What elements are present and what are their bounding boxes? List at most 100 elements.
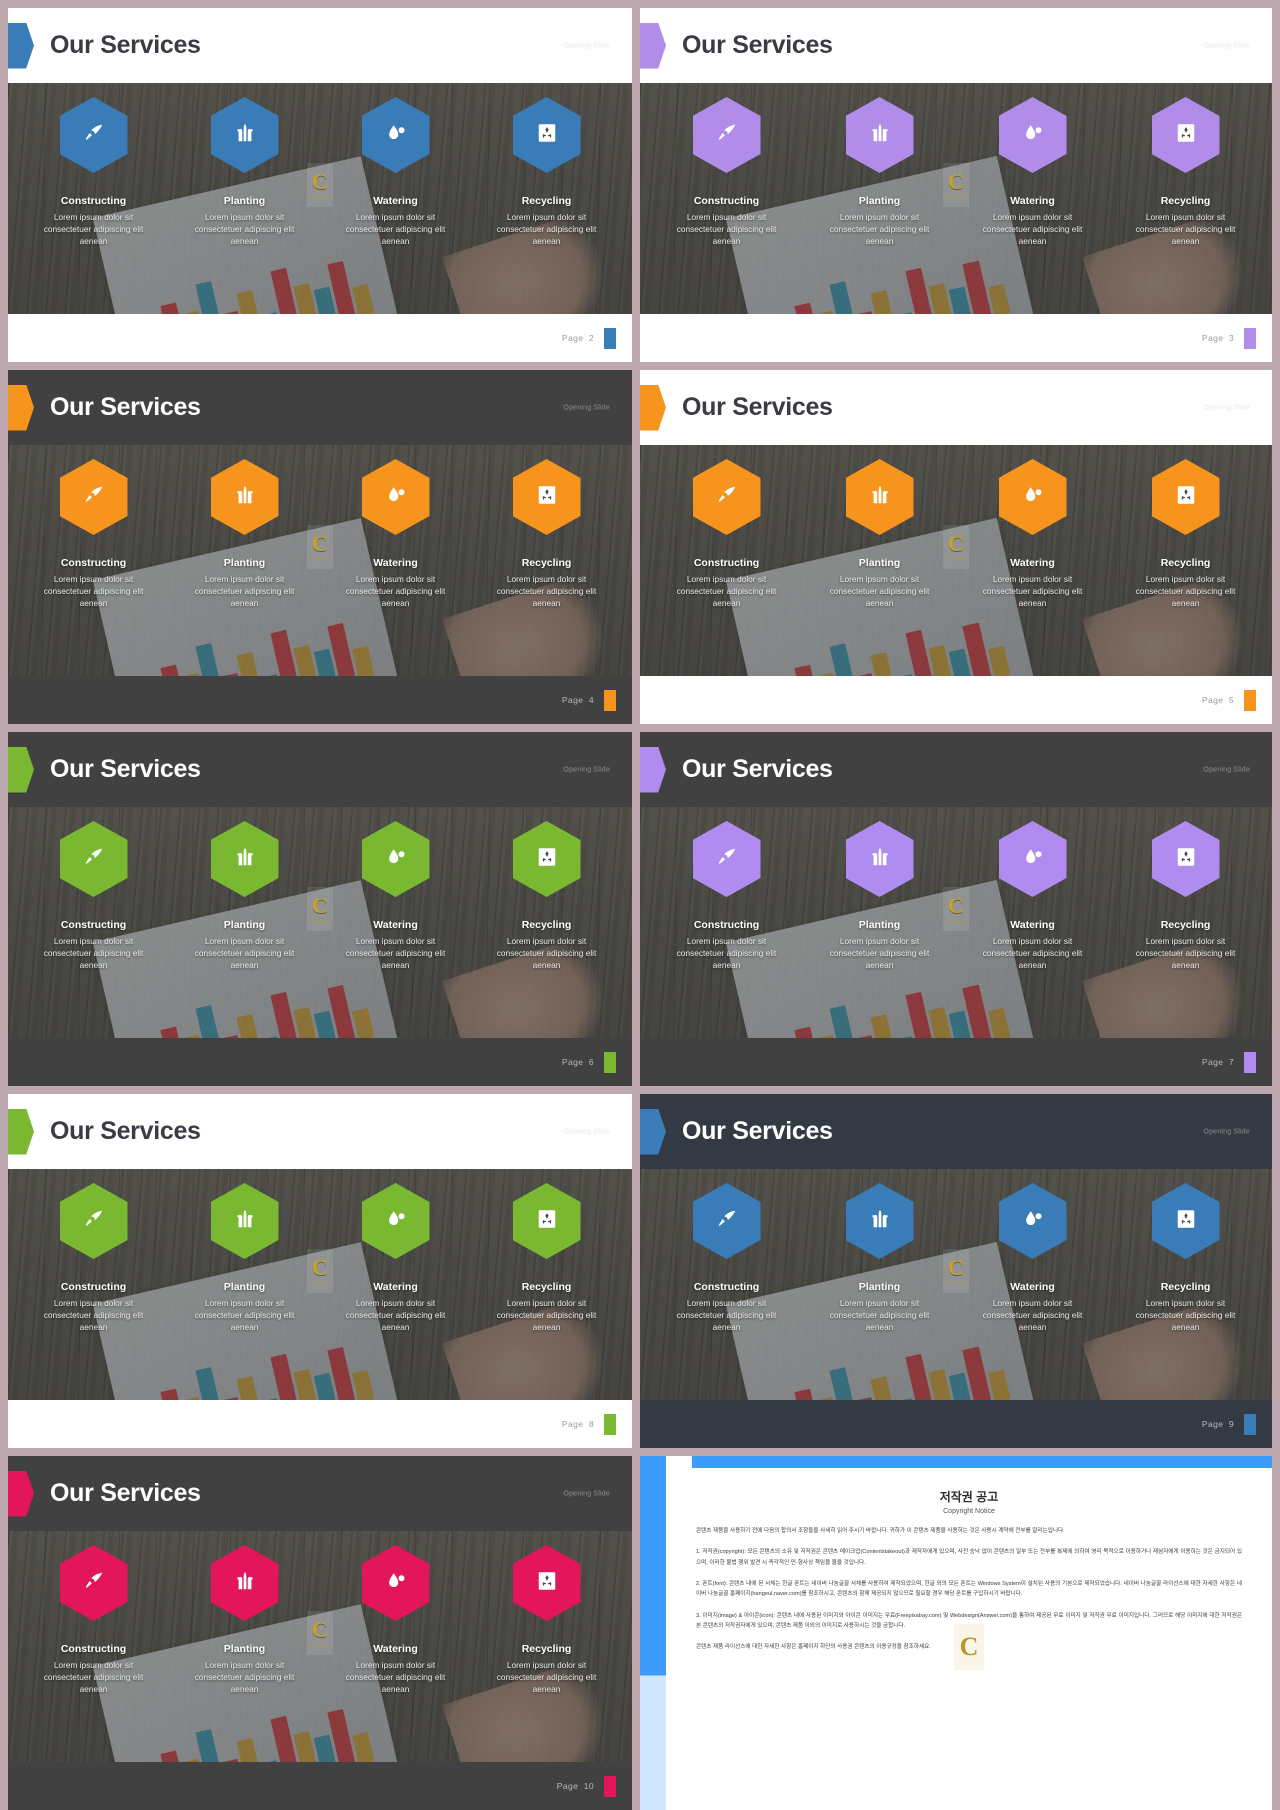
service-hexagon[interactable] — [59, 97, 128, 173]
service-hexagon[interactable] — [361, 459, 430, 535]
service-description: Lorem ipsum dolor sit consectetuer adipi… — [496, 1660, 597, 1695]
service-hexagon[interactable] — [210, 821, 279, 897]
service-hexagon[interactable] — [998, 459, 1067, 535]
header-accent-hexagon — [640, 22, 666, 69]
water-drops-icon — [1022, 484, 1044, 511]
service-hexagon[interactable] — [210, 1183, 279, 1259]
slide-cell[interactable]: Our Services Opening Slide Constructing … — [0, 1448, 640, 1810]
service-title: Planting — [858, 195, 901, 207]
service-hexagon[interactable] — [998, 821, 1067, 897]
service-title: Planting — [223, 919, 266, 931]
copyright-top-bar — [692, 1456, 1272, 1468]
slide-footer: Page 10 — [8, 1762, 632, 1810]
page-marker — [604, 327, 616, 349]
service-title: Watering — [373, 1643, 418, 1655]
service-description: Lorem ipsum dolor sit consectetuer adipi… — [1135, 212, 1236, 247]
service-hexagon[interactable] — [1151, 459, 1220, 535]
page-label: Page 10 — [556, 1781, 594, 1791]
recycle-bin-icon — [1175, 846, 1197, 873]
services-row: Constructing Lorem ipsum dolor sit conse… — [640, 83, 1272, 314]
slide-cell[interactable]: Our Services Opening Slide Constructing … — [0, 0, 640, 362]
service-title: Recycling — [1160, 195, 1211, 207]
opening-slide-label: Opening Slide — [1203, 766, 1250, 773]
service-column-0: Constructing Lorem ipsum dolor sit conse… — [650, 97, 803, 247]
copyright-clause-2: 2. 폰트(font): 콘텐츠 내에 된 서체는 한글 폰트는 네이버 나눔글… — [696, 1581, 1242, 1598]
copyright-left-band — [640, 1456, 666, 1810]
service-column-3: Recycling Lorem ipsum dolor sit consecte… — [471, 821, 622, 971]
recycle-bin-icon — [1175, 1208, 1197, 1235]
service-hexagon[interactable] — [361, 821, 430, 897]
service-hexagon[interactable] — [361, 1545, 430, 1621]
service-hexagon[interactable] — [998, 1183, 1067, 1259]
service-hexagon[interactable] — [512, 1545, 581, 1621]
service-hexagon[interactable] — [512, 1183, 581, 1259]
service-hexagon[interactable] — [59, 821, 128, 897]
service-title: Recycling — [1160, 1281, 1211, 1293]
slide-cell[interactable]: Our Services Opening Slide Constructing … — [0, 362, 640, 724]
service-hexagon[interactable] — [845, 821, 914, 897]
service-hexagon[interactable] — [59, 1545, 128, 1621]
slide-thumbnail: Our Services Opening Slide Constructing … — [640, 1094, 1272, 1448]
slide-cell[interactable]: Our Services Opening Slide Constructing … — [0, 724, 640, 1086]
slide-title: Our Services — [682, 1117, 833, 1145]
trowel-icon — [83, 484, 105, 511]
slide-cell[interactable]: Our Services Opening Slide Constructing … — [640, 724, 1280, 1086]
slide-header: Our Services Opening Slide — [8, 732, 632, 807]
service-hexagon[interactable] — [512, 821, 581, 897]
service-column-0: Constructing Lorem ipsum dolor sit conse… — [650, 459, 803, 609]
service-hexagon[interactable] — [361, 97, 430, 173]
service-hexagon[interactable] — [1151, 97, 1220, 173]
trowel-icon — [716, 1208, 738, 1235]
service-hexagon[interactable] — [692, 459, 761, 535]
slide-cell[interactable]: Our Services Opening Slide Constructing … — [640, 1086, 1280, 1448]
slide-thumbnail: Our Services Opening Slide Constructing … — [8, 732, 632, 1086]
service-hexagon[interactable] — [210, 97, 279, 173]
service-hexagon[interactable] — [692, 821, 761, 897]
service-hexagon[interactable] — [512, 459, 581, 535]
service-hexagon[interactable] — [512, 97, 581, 173]
service-column-0: Constructing Lorem ipsum dolor sit conse… — [18, 1183, 169, 1333]
service-hexagon[interactable] — [845, 459, 914, 535]
service-title: Watering — [1010, 919, 1055, 931]
slide-cell[interactable]: Our Services Opening Slide Constructing … — [640, 0, 1280, 362]
service-hexagon[interactable] — [210, 1545, 279, 1621]
page-label: Page 7 — [1201, 1057, 1234, 1067]
recycle-bin-icon — [1175, 122, 1197, 149]
slide-body: Constructing Lorem ipsum dolor sit conse… — [8, 1531, 632, 1762]
services-row: Constructing Lorem ipsum dolor sit conse… — [640, 1169, 1272, 1400]
service-description: Lorem ipsum dolor sit consectetuer adipi… — [982, 1298, 1083, 1333]
service-description: Lorem ipsum dolor sit consectetuer adipi… — [676, 936, 777, 971]
slide-footer: Page 9 — [640, 1400, 1272, 1448]
service-hexagon[interactable] — [59, 459, 128, 535]
service-hexagon[interactable] — [998, 97, 1067, 173]
service-title: Constructing — [60, 1643, 127, 1655]
slide-cell[interactable]: Our Services Opening Slide Constructing … — [0, 1086, 640, 1448]
service-hexagon[interactable] — [59, 1183, 128, 1259]
page-marker — [604, 689, 616, 711]
service-hexagon[interactable] — [1151, 821, 1220, 897]
slide-thumbnail: Our Services Opening Slide Constructing … — [640, 370, 1272, 724]
slide-cell[interactable]: Our Services Opening Slide Constructing … — [640, 362, 1280, 724]
slide-footer: Page 8 — [8, 1400, 632, 1448]
copyright-title: 저작권 공고 — [939, 1490, 999, 1504]
page-label: Page 6 — [561, 1057, 594, 1067]
service-hexagon[interactable] — [845, 97, 914, 173]
service-hexagon[interactable] — [210, 459, 279, 535]
service-column-1: Planting Lorem ipsum dolor sit consectet… — [169, 1545, 320, 1695]
service-column-0: Constructing Lorem ipsum dolor sit conse… — [18, 1545, 169, 1695]
service-column-0: Constructing Lorem ipsum dolor sit conse… — [18, 459, 169, 609]
service-hexagon[interactable] — [361, 1183, 430, 1259]
slide-thumbnail: Our Services Opening Slide Constructing … — [8, 370, 632, 724]
service-hexagon[interactable] — [1151, 1183, 1220, 1259]
service-column-2: Watering Lorem ipsum dolor sit consectet… — [320, 97, 471, 247]
service-title: Planting — [223, 557, 266, 569]
service-column-1: Planting Lorem ipsum dolor sit consectet… — [169, 459, 320, 609]
water-drops-icon — [1022, 1208, 1044, 1235]
copyright-slide-cell[interactable]: 저작권 공고 Copyright Notice 콘텐츠 제품을 사용하기 전에 … — [640, 1448, 1280, 1810]
service-hexagon[interactable] — [692, 97, 761, 173]
service-description: Lorem ipsum dolor sit consectetuer adipi… — [676, 574, 777, 609]
service-hexagon[interactable] — [692, 1183, 761, 1259]
service-hexagon[interactable] — [845, 1183, 914, 1259]
service-title: Constructing — [693, 195, 760, 207]
recycle-bin-icon — [536, 484, 558, 511]
